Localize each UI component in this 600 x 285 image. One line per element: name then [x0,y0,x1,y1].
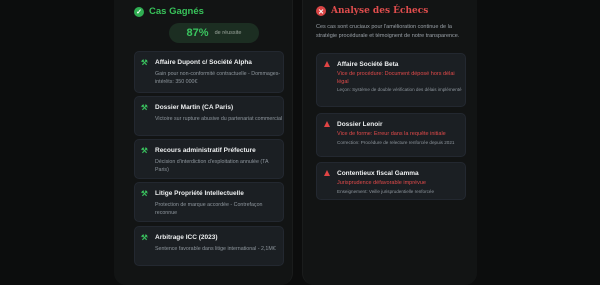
lost-case-title: Contentieux fiscal Gamma [337,170,419,177]
won-case-title: Arbitrage ICC (2023) [155,234,218,241]
won-case-desc: Décision d'interdiction d'exploitation a… [155,159,269,173]
failure-analysis-title: Analyse des Échecs [331,6,429,16]
won-case-title: Dossier Martin (CA Paris) [155,104,234,111]
warning-icon [324,121,330,127]
lost-case-card[interactable]: Affaire Société Beta Vice de procédure: … [316,53,466,107]
lost-case-card[interactable]: Dossier Lenoir Vice de forme: Erreur dan… [316,113,466,157]
lost-case-title: Dossier Lenoir [337,121,383,128]
won-case-card[interactable]: ⚒ Litige Propriété Intellectuelle Protec… [134,182,284,222]
won-case-desc: Protection de marque accordée - Contrefa… [155,202,263,216]
won-case-title: Recours administratif Préfecture [155,147,256,154]
warning-icon [324,170,330,176]
gavel-icon: ⚒ [141,103,148,112]
failure-analysis-header: ✕ Analyse des Échecs [316,6,428,16]
success-rate-value: 87% [186,27,209,39]
lost-case-cause: Jurisprudence défavorable imprévue [337,180,426,186]
x-circle-icon: ✕ [316,6,326,16]
success-rate-label: de réussite [214,30,242,36]
failure-analysis-panel: ✕ Analyse des Échecs Ces cas sont crucia… [302,0,477,285]
gavel-icon: ⚒ [141,146,148,155]
lost-case-note: Enseignement: Veille jurisprudentielle r… [337,189,435,194]
failure-intro-text: Ces cas sont cruciaux pour l'amélioratio… [316,24,460,39]
gavel-icon: ⚒ [141,233,148,242]
won-case-desc: Sentence favorable dans litige internati… [155,246,276,252]
check-circle-icon: ✓ [134,6,144,17]
lost-case-card[interactable]: Contentieux fiscal Gamma Jurisprudence d… [316,162,466,200]
won-case-card[interactable]: ⚒ Arbitrage ICC (2023) Sentence favorabl… [134,226,284,266]
lost-case-note: Correction: Procédure de relecture renfo… [337,140,455,145]
won-cases-title: Cas Gagnés [149,6,204,17]
won-case-desc: Gain pour non-conformité contractuelle -… [155,71,281,85]
won-case-card[interactable]: ⚒ Dossier Martin (CA Paris) Victoire sur… [134,96,284,136]
lost-case-title: Affaire Société Beta [337,61,399,68]
won-case-title: Affaire Dupont c/ Société Alpha [155,59,252,66]
won-cases-panel: ✓ Cas Gagnés 87% de réussite ⚒ Affaire D… [114,0,293,285]
won-case-title: Litige Propriété Intellectuelle [155,190,244,197]
won-case-card[interactable]: ⚒ Affaire Dupont c/ Société Alpha Gain p… [134,51,284,93]
won-case-desc: Victoire sur rupture abusive du partenar… [155,116,283,122]
warning-icon [324,61,330,67]
lost-case-note: Leçon: Système de double vérification de… [337,87,462,92]
lost-case-cause: Vice de forme: Erreur dans la requête in… [337,131,446,137]
gavel-icon: ⚒ [141,58,148,67]
won-case-card[interactable]: ⚒ Recours administratif Préfecture Décis… [134,139,284,179]
gavel-icon: ⚒ [141,189,148,198]
won-cases-header: ✓ Cas Gagnés [134,6,204,17]
success-rate-badge: 87% de réussite [169,23,259,43]
lost-case-cause: Vice de procédure: Document déposé hors … [337,71,455,85]
